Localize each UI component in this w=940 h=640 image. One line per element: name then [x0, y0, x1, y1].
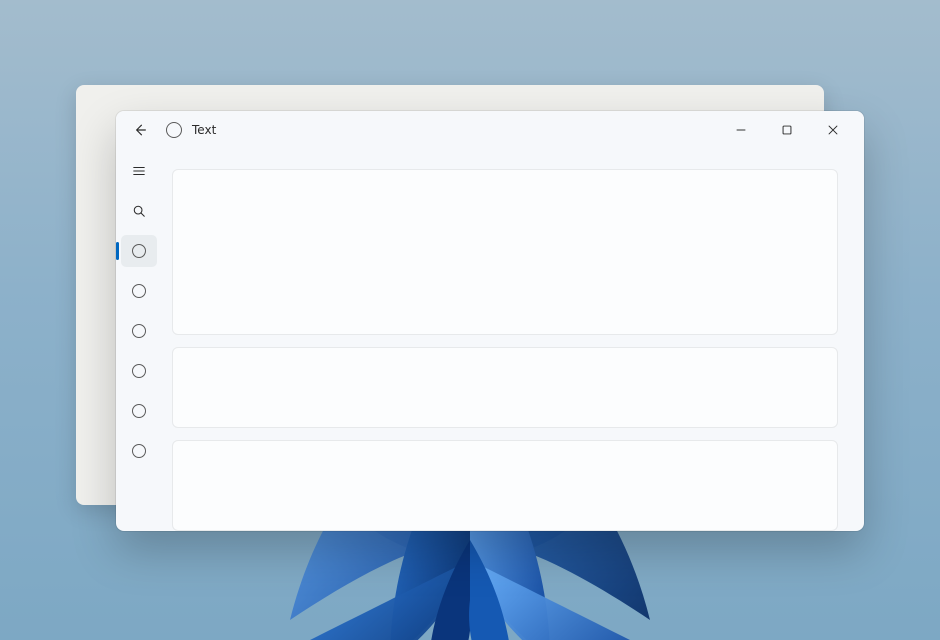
nav-menu-toggle[interactable] — [121, 155, 157, 187]
placeholder-circle-icon — [132, 364, 146, 378]
nav-item-1[interactable] — [121, 235, 157, 267]
content-card-3 — [172, 440, 838, 531]
hamburger-icon — [132, 164, 146, 178]
content-card-1 — [172, 169, 838, 335]
back-button[interactable] — [126, 115, 156, 145]
placeholder-circle-icon — [132, 324, 146, 338]
content-area — [162, 149, 864, 531]
nav-search[interactable] — [121, 195, 157, 227]
window-title: Text — [192, 123, 216, 137]
minimize-button[interactable] — [718, 115, 764, 145]
search-icon — [132, 204, 146, 218]
nav-item-5[interactable] — [121, 395, 157, 427]
nav-item-2[interactable] — [121, 275, 157, 307]
placeholder-circle-icon — [132, 404, 146, 418]
maximize-button[interactable] — [764, 115, 810, 145]
close-icon — [826, 123, 840, 137]
titlebar[interactable]: Text — [116, 111, 864, 149]
content-card-2 — [172, 347, 838, 429]
nav-item-3[interactable] — [121, 315, 157, 347]
nav-item-4[interactable] — [121, 355, 157, 387]
nav-item-6[interactable] — [121, 435, 157, 467]
placeholder-circle-icon — [132, 244, 146, 258]
placeholder-circle-icon — [132, 284, 146, 298]
close-button[interactable] — [810, 115, 856, 145]
navigation-pane — [116, 149, 162, 531]
maximize-icon — [780, 123, 794, 137]
placeholder-circle-icon — [132, 444, 146, 458]
app-window: Text — [116, 111, 864, 531]
minimize-icon — [734, 123, 748, 137]
app-icon — [166, 122, 182, 138]
arrow-left-icon — [134, 123, 148, 137]
